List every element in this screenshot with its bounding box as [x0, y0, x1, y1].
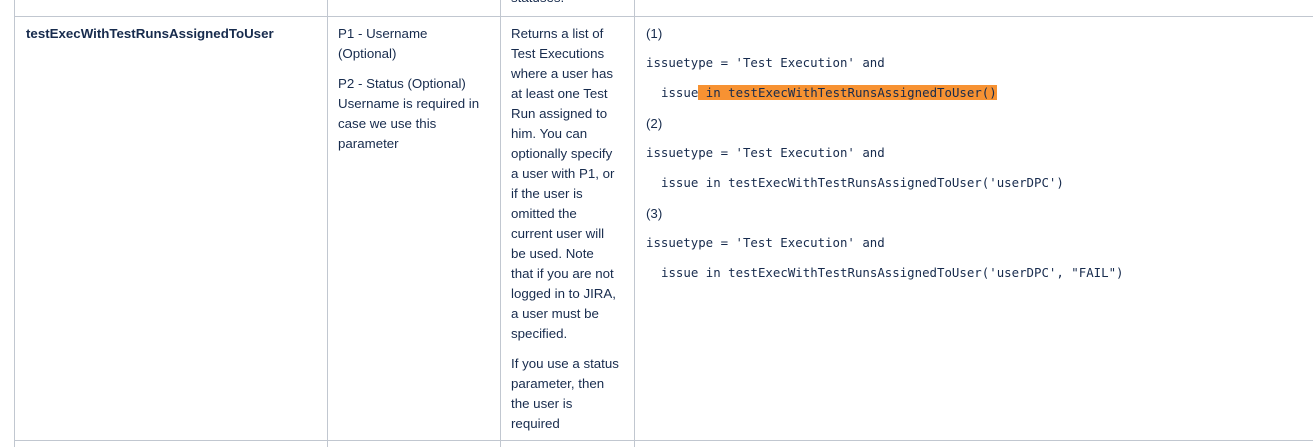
description-note-line: parameter, then — [511, 376, 605, 391]
function-name: testExecWithTestRunsAssignedToUser — [26, 26, 274, 41]
description-line: a user with P1, or — [511, 166, 615, 181]
description-note-line: required — [511, 416, 560, 431]
param-p2-note: case we use this — [338, 116, 437, 131]
description-line: specified. — [511, 326, 568, 341]
row-divider-bottom — [14, 440, 1313, 441]
description-line: be used. Note — [511, 246, 594, 261]
example-1-code-highlight: in testExecWithTestRunsAssignedToUser() — [698, 85, 997, 100]
example-2-label: (2) — [646, 116, 663, 131]
description-line: optionally specify — [511, 146, 613, 161]
description-line: at least one Test — [511, 86, 608, 101]
example-3-code-line-2: issue in testExecWithTestRunsAssignedToU… — [661, 265, 1124, 280]
description-line: Run assigned to — [511, 106, 608, 121]
column-divider-1 — [327, 0, 328, 447]
parameters-cell: P1 - Username (Optional) P2 - Status (Op… — [338, 24, 493, 154]
table-border-left — [14, 0, 15, 447]
description-line: omitted the — [511, 206, 577, 221]
description-line: logged in to JIRA, — [511, 286, 616, 301]
description-note-line: the user is — [511, 396, 573, 411]
previous-row-text-fragment: statuses. — [511, 0, 564, 8]
description-text: Returns a list of Test Executions where … — [511, 24, 631, 344]
description-line: Returns a list of — [511, 26, 604, 41]
column-divider-2 — [500, 0, 501, 447]
example-3-code-line-1: issuetype = 'Test Execution' and — [646, 235, 885, 250]
param-p2-note: parameter — [338, 136, 399, 151]
description-line: him. You can — [511, 126, 588, 141]
example-3-label: (3) — [646, 206, 663, 221]
param-p1-optional: (Optional) — [338, 46, 397, 61]
example-1-label: (1) — [646, 26, 663, 41]
description-line: if the user is — [511, 186, 583, 201]
description-line: current user will — [511, 226, 605, 241]
example-1-code-plain: issue — [661, 85, 699, 100]
description-line: where a user has — [511, 66, 613, 81]
description-line: Test Executions — [511, 46, 605, 61]
description-cell: Returns a list of Test Executions where … — [511, 24, 631, 434]
description-line: that if you are not — [511, 266, 614, 281]
column-divider-3 — [634, 0, 635, 447]
param-p2-line: P2 - Status (Optional) — [338, 76, 466, 91]
example-1-code-line-2: issue in testExecWithTestRunsAssignedToU… — [661, 83, 997, 103]
description-note: If you use a status parameter, then the … — [511, 354, 631, 434]
row-divider-top — [14, 16, 1313, 17]
example-2-code-line-1: issuetype = 'Test Execution' and — [646, 145, 885, 160]
description-line: a user must be — [511, 306, 599, 321]
param-p1-line: P1 - Username — [338, 26, 428, 41]
description-note-line: If you use a status — [511, 356, 619, 371]
param-p2-note: Username is required in — [338, 96, 480, 111]
example-1-code-line-1: issuetype = 'Test Execution' and — [646, 55, 885, 70]
example-2-code-line-2: issue in testExecWithTestRunsAssignedToU… — [661, 175, 1064, 190]
